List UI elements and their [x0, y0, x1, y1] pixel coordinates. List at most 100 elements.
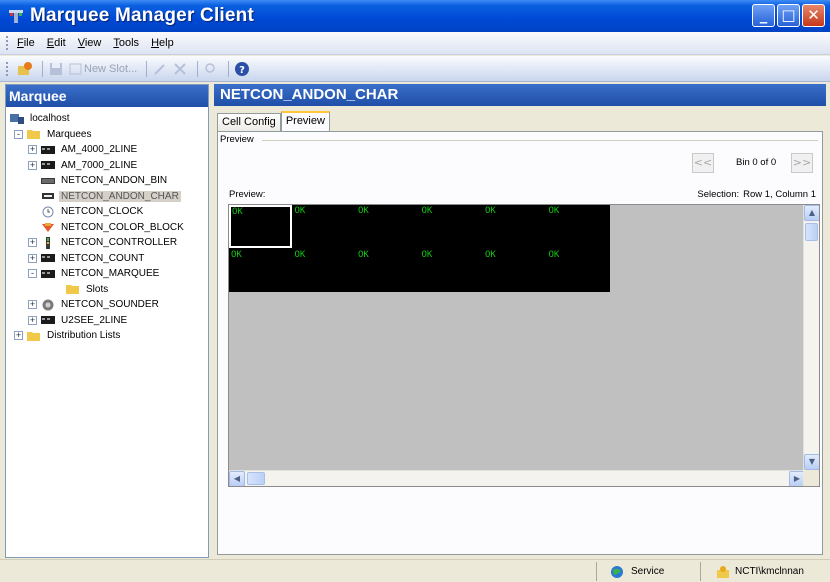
toolbar-grip[interactable]	[6, 61, 9, 76]
horizontal-scroll-thumb[interactable]	[247, 472, 265, 485]
controller-icon	[46, 236, 50, 249]
tree-item-netcon-sounder[interactable]: + NETCON_SOUNDER	[6, 297, 208, 313]
led-cell[interactable]: OK	[547, 205, 610, 248]
tree-label: Marquees	[47, 128, 92, 140]
menu-edit[interactable]: Edit	[47, 37, 66, 49]
new-slot-icon	[69, 63, 82, 74]
expand-toggle[interactable]: +	[14, 331, 23, 341]
led-cell[interactable]: OK	[483, 249, 546, 292]
menu-tools[interactable]: Tools	[113, 37, 139, 49]
tree-item-netcon-clock[interactable]: NETCON_CLOCK	[6, 204, 208, 220]
tree-label: U2SEE_2LINE	[61, 314, 128, 326]
tree-label: AM_4000_2LINE	[61, 144, 138, 156]
new-slot-button[interactable]: New Slot...	[68, 59, 137, 79]
save-button[interactable]	[48, 59, 64, 79]
expand-toggle[interactable]: +	[28, 145, 37, 155]
scroll-down-button[interactable]: ▼	[804, 454, 819, 470]
bin-icon	[41, 177, 55, 184]
menu-help[interactable]: Help	[151, 37, 174, 49]
tree-item-distribution-lists[interactable]: + Distribution Lists	[6, 328, 208, 344]
detail-pane-header: NETCON_ANDON_CHAR	[214, 84, 826, 106]
folder-icon	[27, 331, 40, 341]
help-button[interactable]: ?	[234, 59, 250, 79]
menu-file[interactable]: File	[17, 37, 35, 49]
led-sign-icon	[41, 145, 55, 154]
tree-item-netcon-marquee[interactable]: - NETCON_MARQUEE	[6, 266, 208, 282]
sounder-icon	[42, 299, 54, 311]
close-button[interactable]: ✕	[802, 4, 825, 27]
collapse-toggle[interactable]: -	[14, 129, 23, 139]
tree-item-marquees[interactable]: - Marquees	[6, 127, 208, 143]
tab-cell-config[interactable]: Cell Config	[217, 113, 281, 131]
bin-counter: Bin 0 of 0	[736, 157, 777, 168]
selection-value: Row 1, Column 1	[743, 189, 816, 200]
expand-toggle[interactable]: +	[28, 253, 37, 263]
selection-indicator: Selection: Row 1, Column 1	[693, 189, 816, 200]
led-sign-icon	[41, 269, 55, 278]
horizontal-scrollbar[interactable]: ◀ ▶	[229, 470, 805, 486]
maximize-button[interactable]: □	[777, 4, 800, 27]
detail-pane: NETCON_ANDON_CHAR Cell Config Preview Pr…	[214, 84, 826, 558]
tree-item-am-4000-2line[interactable]: + AM_4000_2LINE	[6, 142, 208, 158]
led-cell[interactable]: OK	[547, 249, 610, 292]
led-sign-icon	[41, 254, 55, 263]
refresh-button[interactable]	[17, 59, 33, 79]
edit-icon	[154, 63, 165, 75]
menu-view[interactable]: View	[78, 37, 102, 49]
led-grid[interactable]: OK OK OK OK OK OK OK OK OK OK OK OK	[229, 205, 610, 292]
edit-button[interactable]	[152, 59, 168, 79]
led-cell[interactable]: OK	[356, 205, 419, 248]
expand-toggle[interactable]: +	[28, 315, 37, 325]
folder-open-icon	[27, 130, 40, 140]
led-cell[interactable]: OK	[420, 205, 483, 248]
scroll-left-button[interactable]: ◀	[229, 471, 245, 486]
find-icon	[205, 62, 215, 73]
vertical-scroll-thumb[interactable]	[805, 223, 818, 241]
tree-item-am-7000-2line[interactable]: + AM_7000_2LINE	[6, 158, 208, 174]
expand-toggle[interactable]: +	[28, 160, 37, 170]
service-globe-icon	[611, 565, 623, 578]
scroll-corner	[803, 470, 819, 486]
tree-label: Slots	[86, 283, 109, 295]
clock-icon	[42, 206, 54, 218]
tree-item-netcon-andon-char[interactable]: NETCON_ANDON_CHAR	[6, 189, 208, 205]
led-cell[interactable]: OK	[229, 205, 292, 248]
tab-strip: Cell Config Preview	[217, 111, 330, 131]
user-key-icon	[717, 565, 729, 578]
expand-toggle[interactable]: +	[28, 238, 37, 248]
marquee-pane-header: Marquee	[6, 85, 208, 107]
tab-preview[interactable]: Preview	[280, 111, 330, 131]
delete-icon	[174, 62, 186, 75]
find-button[interactable]	[203, 59, 219, 79]
marquee-tree[interactable]: localhost - Marquees + AM_4000_2LINE + AM_7…	[6, 107, 208, 344]
tree-root-localhost[interactable]: localhost	[6, 111, 208, 127]
led-cell[interactable]: OK	[293, 249, 356, 292]
delete-button[interactable]	[172, 59, 188, 79]
user-status: NCTI\kmclnnan	[700, 562, 826, 581]
next-bin-button[interactable]: >>	[791, 153, 813, 173]
tree-label: localhost	[30, 113, 70, 125]
tree-item-netcon-color-block[interactable]: NETCON_COLOR_BLOCK	[6, 220, 208, 236]
previous-bin-button[interactable]: <<	[692, 153, 714, 173]
tree-item-netcon-count[interactable]: + NETCON_COUNT	[6, 251, 208, 267]
led-cell[interactable]: OK	[483, 205, 546, 248]
tree-item-netcon-controller[interactable]: + NETCON_CONTROLLER	[6, 235, 208, 251]
minimize-button[interactable]: _	[752, 4, 775, 27]
tree-item-netcon-andon-bin[interactable]: NETCON_ANDON_BIN	[6, 173, 208, 189]
led-cell[interactable]: OK	[293, 205, 356, 248]
menu-grip[interactable]	[6, 36, 9, 50]
led-cell[interactable]: OK	[229, 249, 292, 292]
close-icon: ✕	[807, 6, 820, 24]
scroll-up-button[interactable]: ▲	[804, 205, 819, 221]
tree-item-u2see-2line[interactable]: + U2SEE_2LINE	[6, 313, 208, 329]
tree-label: NETCON_CLOCK	[61, 206, 144, 218]
led-cell[interactable]: OK	[356, 249, 419, 292]
vertical-scrollbar[interactable]: ▲ ▼	[803, 205, 819, 470]
tree-label: NETCON_COLOR_BLOCK	[61, 221, 184, 233]
group-divider	[262, 140, 818, 141]
tree-item-slots[interactable]: Slots	[6, 282, 208, 298]
service-status: Service	[596, 562, 700, 581]
led-cell[interactable]: OK	[420, 249, 483, 292]
expand-toggle[interactable]: +	[28, 300, 37, 310]
collapse-toggle[interactable]: -	[28, 269, 37, 279]
